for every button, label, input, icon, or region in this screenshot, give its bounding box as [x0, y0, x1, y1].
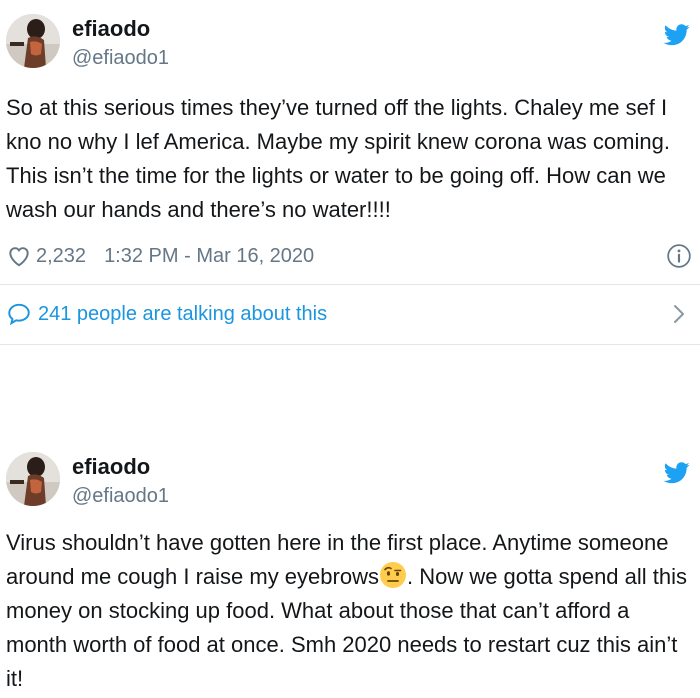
avatar[interactable]	[6, 14, 60, 68]
divider	[0, 344, 700, 345]
talking-count-label: 241 people are talking about this	[38, 302, 328, 325]
like-count: 2,232	[36, 244, 87, 267]
twitter-bird-icon[interactable]	[664, 24, 690, 46]
display-name[interactable]: efiaodo	[72, 453, 150, 481]
avatar-image	[6, 14, 60, 68]
display-name[interactable]: efiaodo	[72, 15, 150, 43]
like-button[interactable]: 2,232	[6, 243, 104, 269]
speech-bubble-icon	[8, 303, 30, 326]
heart-icon	[9, 247, 29, 267]
tweet-card: efiaodo @efiaodo1 Virus shouldn’t have g…	[0, 438, 700, 698]
user-handle[interactable]: @efiaodo1	[72, 483, 169, 509]
divider	[0, 284, 700, 285]
avatar[interactable]	[6, 452, 60, 506]
tweet-text: So at this serious times they’ve turned …	[6, 95, 670, 222]
tweet-card: efiaodo @efiaodo1 So at this serious tim…	[0, 0, 700, 345]
conversation-link[interactable]: 241 people are talking about this	[6, 298, 692, 330]
tweet-meta: 2,232 1:32 PM - Mar 16, 2020	[6, 239, 692, 273]
avatar-image	[6, 452, 60, 506]
info-icon[interactable]	[666, 243, 692, 269]
tweet-text: Virus shouldn’t have gotten here in the …	[6, 526, 692, 696]
face-with-raised-eyebrow-icon	[379, 562, 406, 588]
twitter-bird-icon[interactable]	[664, 462, 690, 484]
user-handle[interactable]: @efiaodo1	[72, 45, 169, 71]
chevron-right-icon[interactable]	[672, 303, 686, 325]
tweet-timestamp[interactable]: 1:32 PM - Mar 16, 2020	[104, 245, 314, 268]
